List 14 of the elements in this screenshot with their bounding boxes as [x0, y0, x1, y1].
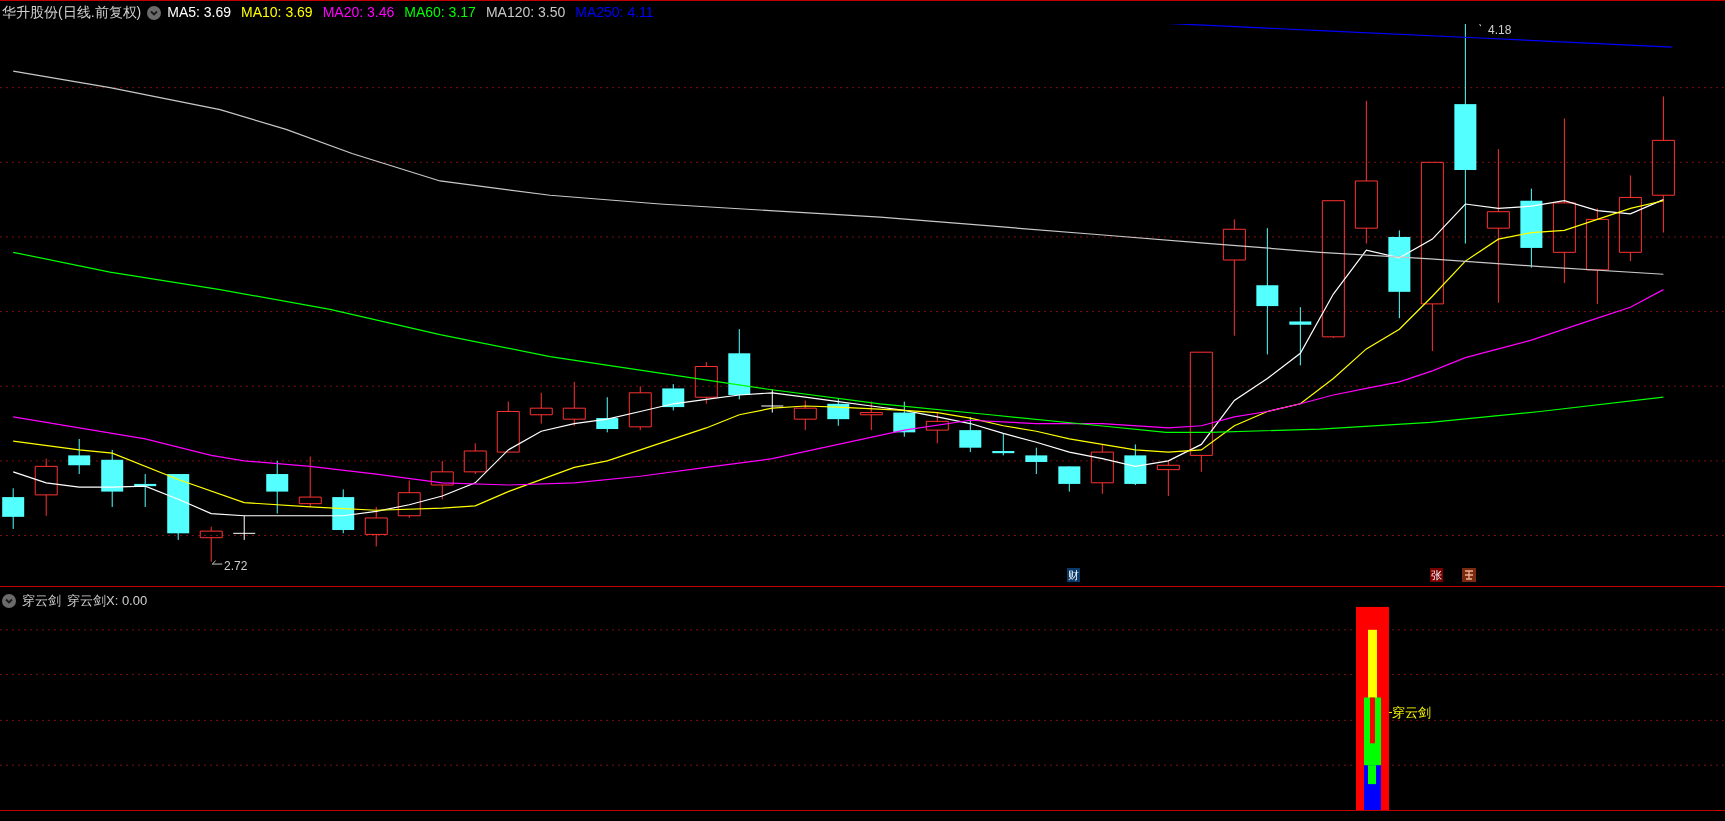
moving-average-value: MA60: 3.17 [404, 3, 476, 22]
moving-average-value: MA20: 3.46 [322, 3, 395, 22]
moving-average-value: MA5: 3.69 [167, 3, 232, 22]
chart-title: 华升股份(日线.前复权) [2, 3, 142, 22]
event-marker[interactable]: 财 [1067, 568, 1080, 582]
indicator-name: 穿云剑 [22, 592, 61, 610]
moving-average-value: MA10: 3.69 [241, 3, 313, 22]
signal-label: 穿云剑 [1392, 704, 1431, 722]
moving-average-value: MA120: 3.50 [485, 3, 566, 22]
moving-average-value: MA250: 4.11 [575, 3, 654, 22]
event-marker[interactable]: 张 [1430, 568, 1443, 582]
indicator-value: 穿云剑X: 0.00 [67, 592, 148, 610]
high-price-label: 4.18 [1488, 22, 1512, 39]
low-price-label: 2.72 [224, 558, 248, 575]
